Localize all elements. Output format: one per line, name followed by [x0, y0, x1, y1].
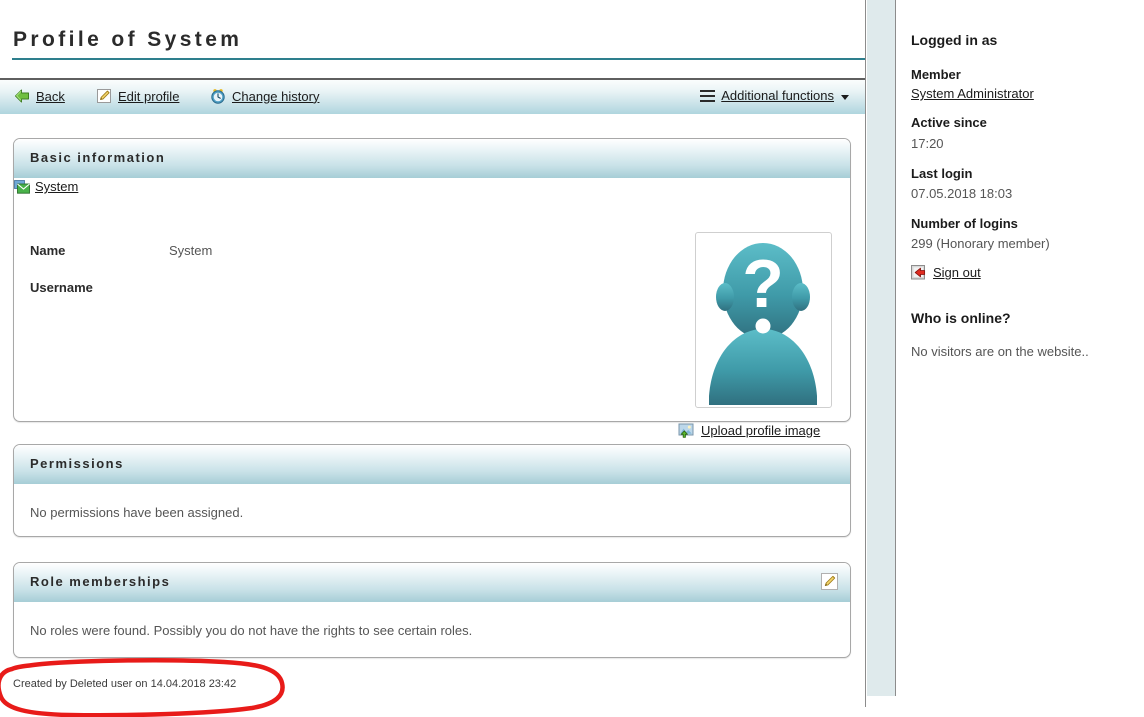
number-of-logins-label: Number of logins: [911, 216, 1018, 231]
role-memberships-title: Role memberships: [30, 574, 171, 589]
back-label: Back: [36, 88, 65, 104]
right-sidebar: Logged in as Member System Administrator…: [897, 0, 1144, 707]
active-since-value: 17:20: [911, 136, 944, 151]
basic-information-body: Name System Username System ? Upload pro…: [14, 179, 850, 438]
avatar-question-glyph: ?: [742, 246, 784, 322]
role-memberships-body: No roles were found. Possibly you do not…: [14, 603, 850, 658]
permissions-body: No permissions have been assigned.: [14, 485, 850, 537]
edit-profile-label: Edit profile: [118, 88, 180, 104]
active-since-label: Active since: [911, 115, 987, 130]
who-is-online-value: No visitors are on the website..: [911, 344, 1089, 359]
edit-profile-button[interactable]: Edit profile: [96, 88, 179, 104]
username-link[interactable]: System: [35, 179, 78, 194]
member-label: Member: [911, 67, 961, 82]
page-title: Profile of System: [13, 28, 243, 51]
basic-information-header: Basic information: [14, 139, 850, 179]
role-memberships-panel: Role memberships No roles were found. Po…: [13, 562, 851, 658]
change-history-button[interactable]: Change history: [210, 88, 319, 104]
member-name-link[interactable]: System Administrator: [911, 86, 1034, 101]
last-login-label: Last login: [911, 166, 973, 181]
upload-image-icon: [678, 422, 694, 438]
arrow-left-green-icon: [14, 88, 30, 104]
upload-profile-image-label: Upload profile image: [701, 422, 821, 438]
title-underline: [12, 58, 865, 60]
chevron-down-icon: [841, 95, 849, 100]
avatar: ?: [695, 232, 832, 408]
back-button[interactable]: Back: [14, 88, 65, 104]
permissions-header: Permissions: [14, 445, 850, 485]
basic-information-panel: Basic information Name System Username S…: [13, 138, 851, 438]
created-by-footer: Created by Deleted user on 14.04.2018 23…: [13, 678, 237, 690]
main-content-column: Profile of System Back Edit profile Chan…: [0, 0, 866, 717]
basic-information-title: Basic information: [30, 150, 166, 165]
upload-profile-image-button[interactable]: Upload profile image: [678, 422, 820, 438]
username-label: Username: [30, 280, 93, 295]
sign-out-button[interactable]: Sign out: [911, 265, 981, 280]
name-label: Name: [30, 243, 66, 258]
edit-roles-button[interactable]: [821, 573, 838, 590]
who-is-online-heading: Who is online?: [911, 310, 1011, 326]
name-value: System: [169, 243, 213, 258]
permissions-empty-text: No permissions have been assigned.: [30, 505, 244, 520]
hamburger-icon: [700, 89, 716, 102]
column-gutter: [867, 0, 896, 696]
logged-in-as-heading: Logged in as: [911, 32, 998, 48]
avatar-placeholder-icon: ?: [709, 243, 817, 405]
additional-functions-menu[interactable]: Additional functions: [700, 88, 849, 103]
pencil-page-icon: [96, 88, 112, 104]
sign-out-label: Sign out: [933, 265, 981, 280]
number-of-logins-value: 299 (Honorary member): [911, 236, 1050, 251]
sign-out-icon: [911, 265, 927, 280]
action-toolbar: Back Edit profile Change history Additio…: [0, 78, 865, 114]
mail-icon: [14, 179, 30, 194]
permissions-panel: Permissions No permissions have been ass…: [13, 444, 851, 537]
change-history-label: Change history: [232, 88, 320, 104]
username-value-row: System: [14, 179, 850, 194]
role-memberships-header: Role memberships: [14, 563, 850, 603]
role-memberships-empty-text: No roles were found. Possibly you do not…: [30, 623, 473, 638]
last-login-value: 07.05.2018 18:03: [911, 186, 1013, 201]
pencil-icon: [821, 573, 838, 590]
clock-icon: [210, 88, 226, 104]
additional-functions-label: Additional functions: [721, 88, 834, 103]
permissions-title: Permissions: [30, 456, 124, 471]
